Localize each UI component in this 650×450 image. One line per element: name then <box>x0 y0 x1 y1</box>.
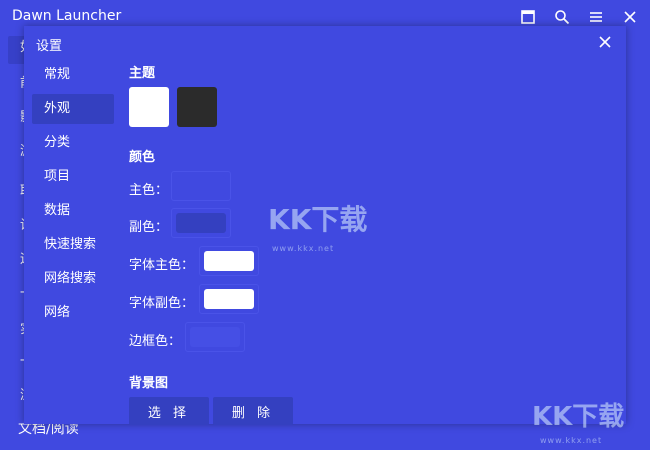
nav-item-project[interactable]: 项目 <box>32 162 114 192</box>
nav-item-data[interactable]: 数据 <box>32 196 114 226</box>
settings-nav: 常规 外观 分类 项目 数据 快速搜索 网络搜索 网络 <box>32 60 114 332</box>
theme-swatch-light[interactable] <box>129 87 169 127</box>
primary-color-fill <box>176 176 226 196</box>
font-secondary-color-fill <box>204 289 254 309</box>
border-color-fill <box>190 327 240 347</box>
border-color-picker[interactable] <box>185 322 245 352</box>
theme-title: 主题 <box>129 66 156 81</box>
watermark-url-corner: www.kkx.net <box>540 436 603 445</box>
font-primary-color-fill <box>204 251 254 271</box>
watermark-logo: KK下载 <box>268 203 368 236</box>
close-icon[interactable] <box>618 6 642 28</box>
nav-item-general[interactable]: 常规 <box>32 60 114 90</box>
dialog-title: 设置 <box>36 39 63 54</box>
font-primary-color-picker[interactable] <box>199 246 259 276</box>
colors-title: 颜色 <box>129 150 156 165</box>
secondary-color-picker[interactable] <box>171 208 231 238</box>
primary-color-label: 主色： <box>129 183 169 198</box>
border-color-label: 边框色： <box>129 334 182 349</box>
nav-item-category[interactable]: 分类 <box>32 128 114 158</box>
menu-icon[interactable] <box>584 6 608 28</box>
primary-color-picker[interactable] <box>171 171 231 201</box>
secondary-color-label: 副色： <box>129 220 169 235</box>
theme-swatch-dark[interactable] <box>177 87 217 127</box>
watermark-logo-corner: KK下载 <box>532 402 625 432</box>
font-primary-color-label: 字体主色： <box>129 258 195 273</box>
nav-item-quick-search[interactable]: 快速搜索 <box>32 230 114 260</box>
secondary-color-fill <box>176 213 226 233</box>
font-secondary-color-label: 字体副色： <box>129 296 195 311</box>
background-image-title: 背景图 <box>129 376 169 391</box>
nav-item-appearance[interactable]: 外观 <box>32 94 114 124</box>
search-icon[interactable] <box>550 6 574 28</box>
delete-image-button[interactable]: 删 除 <box>213 397 293 425</box>
maximize-icon[interactable] <box>516 6 540 28</box>
dialog-close-icon[interactable] <box>598 34 616 52</box>
window-controls <box>516 6 642 28</box>
nav-item-network[interactable]: 网络 <box>32 298 114 328</box>
nav-item-web-search[interactable]: 网络搜索 <box>32 264 114 294</box>
font-secondary-color-picker[interactable] <box>199 284 259 314</box>
app-title: Dawn Launcher <box>12 8 122 24</box>
select-image-button[interactable]: 选 择 <box>129 397 209 425</box>
watermark-url: www.kkx.net <box>272 244 335 253</box>
